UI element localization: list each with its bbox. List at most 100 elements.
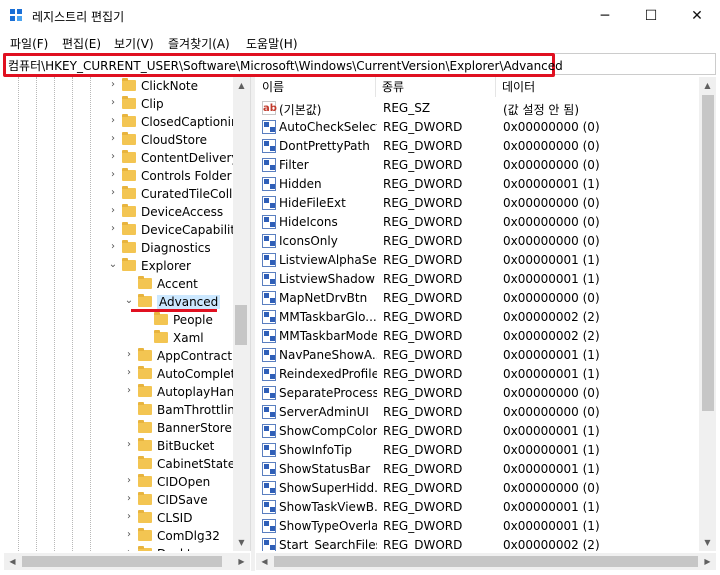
column-header-data[interactable]: 데이터 — [496, 77, 696, 97]
chevron-down-icon[interactable]: ⌄ — [108, 259, 118, 271]
menu-file[interactable]: 파일(F) — [10, 35, 48, 52]
tree-node[interactable]: › Diagnostics — [4, 239, 234, 257]
tree-node[interactable]: › CLSID — [4, 509, 234, 527]
value-row[interactable]: AutoCheckSelect REG_DWORD 0x00000000 (0) — [256, 118, 696, 137]
binary-value-icon — [262, 405, 276, 419]
tree-horizontal-scroll-thumb[interactable] — [22, 556, 222, 567]
value-row[interactable]: SeparateProcess REG_DWORD 0x00000000 (0) — [256, 384, 696, 403]
value-row[interactable]: Filter REG_DWORD 0x00000000 (0) — [256, 156, 696, 175]
tree-node[interactable]: › CIDSave — [4, 491, 234, 509]
tree-node[interactable]: CabinetState — [4, 455, 235, 473]
value-row[interactable]: ListviewAlphaSe... REG_DWORD 0x00000001 (1… — [256, 251, 696, 270]
tree-node[interactable]: › Desktop — [4, 545, 234, 551]
scroll-down-arrow-icon[interactable]: ▼ — [699, 534, 716, 551]
value-row[interactable]: HideIcons REG_DWORD 0x00000000 (0) — [256, 213, 696, 232]
tree-node[interactable]: › ContentDeliveryM — [4, 149, 249, 167]
chevron-right-icon[interactable]: › — [108, 169, 118, 181]
chevron-right-icon[interactable]: › — [108, 79, 118, 91]
value-row[interactable]: MMTaskbarGlo... REG_DWORD 0x00000002 (2) — [256, 308, 696, 327]
value-row[interactable]: NavPaneShowA... REG_DWORD 0x00000001 (1) — [256, 346, 696, 365]
chevron-right-icon[interactable]: › — [124, 529, 134, 541]
value-row[interactable]: MMTaskbarMode REG_DWORD 0x00000002 (2) — [256, 327, 696, 346]
value-row[interactable]: MapNetDrvBtn REG_DWORD 0x00000000 (0) — [256, 289, 696, 308]
value-row[interactable]: ShowCompColor REG_DWORD 0x00000001 (1) — [256, 422, 696, 441]
scroll-left-arrow-icon[interactable]: ◀ — [4, 553, 21, 570]
scroll-up-arrow-icon[interactable]: ▲ — [233, 77, 250, 94]
chevron-right-icon[interactable]: › — [108, 241, 118, 253]
value-row[interactable]: Start_SearchFiles REG_DWORD 0x00000002 (2) — [256, 536, 696, 551]
close-button[interactable]: ✕ — [674, 0, 720, 32]
tree-node[interactable]: BamThrottling — [4, 401, 243, 419]
values-list-pane[interactable]: 이름 종류 데이터 ab (기본값) REG_SZ (값 설정 안 됨) AutoChe… — [256, 77, 696, 551]
tree-node[interactable]: › CIDOpen — [4, 473, 234, 491]
tree-node[interactable]: › CuratedTileCollec — [4, 185, 246, 203]
menu-help[interactable]: 도움말(H) — [246, 35, 298, 52]
value-row[interactable]: ShowTaskViewB... REG_DWORD 0x00000001 (1) — [256, 498, 696, 517]
maximize-button[interactable]: ☐ — [628, 0, 674, 32]
tree-node[interactable]: › Clip — [4, 95, 234, 113]
tree-node[interactable]: › AutoComplete — [4, 365, 243, 383]
tree-node[interactable]: › Controls Folder ( — [4, 167, 240, 185]
values-horizontal-scroll-thumb[interactable] — [274, 556, 698, 567]
tree-node[interactable]: › BitBucket — [4, 437, 234, 455]
tree-node[interactable]: Xaml — [4, 329, 234, 347]
chevron-right-icon[interactable]: › — [108, 97, 118, 109]
chevron-right-icon[interactable]: › — [124, 511, 134, 523]
address-path[interactable]: 컴퓨터\HKEY_CURRENT_USER\Software\Microsoft… — [8, 57, 563, 74]
value-row[interactable]: Hidden REG_DWORD 0x00000001 (1) — [256, 175, 696, 194]
chevron-right-icon[interactable]: › — [124, 349, 134, 361]
menu-edit[interactable]: 편집(E) — [62, 35, 101, 52]
values-vertical-scroll-thumb[interactable] — [702, 95, 714, 411]
chevron-right-icon[interactable]: › — [108, 115, 118, 127]
menu-favorites[interactable]: 즐겨찾기(A) — [168, 35, 230, 52]
value-row[interactable]: IconsOnly REG_DWORD 0x00000000 (0) — [256, 232, 696, 251]
chevron-right-icon[interactable]: › — [124, 493, 134, 505]
scroll-down-arrow-icon[interactable]: ▼ — [233, 534, 250, 551]
value-row[interactable]: ShowInfoTip REG_DWORD 0x00000001 (1) — [256, 441, 696, 460]
chevron-right-icon[interactable]: › — [108, 223, 118, 235]
tree-node[interactable]: ⌄ Explorer — [4, 257, 234, 275]
tree-node[interactable]: › DeviceCapabilitie — [4, 221, 246, 239]
value-row[interactable]: ReindexedProfile REG_DWORD 0x00000001 (1) — [256, 365, 696, 384]
scroll-right-arrow-icon[interactable]: ▶ — [233, 553, 250, 570]
tree-vertical-scroll-thumb[interactable] — [235, 305, 247, 345]
column-header-type[interactable]: 종류 — [376, 77, 496, 97]
chevron-right-icon[interactable]: › — [108, 187, 118, 199]
value-row[interactable]: ListviewShadow REG_DWORD 0x00000001 (1) — [256, 270, 696, 289]
value-row[interactable]: ab (기본값) REG_SZ (값 설정 안 됨) — [256, 99, 696, 118]
scroll-left-arrow-icon[interactable]: ◀ — [256, 553, 273, 570]
tree-node[interactable]: › ClosedCaptioning — [4, 113, 246, 131]
chevron-right-icon[interactable]: › — [124, 439, 134, 451]
scroll-right-arrow-icon[interactable]: ▶ — [699, 553, 716, 570]
value-row[interactable]: DontPrettyPath REG_DWORD 0x00000000 (0) — [256, 137, 696, 156]
tree-node[interactable]: › ClickNote — [4, 77, 234, 95]
tree-node[interactable]: › AppContract — [4, 347, 234, 365]
binary-value-icon — [262, 348, 276, 362]
chevron-right-icon[interactable]: › — [124, 367, 134, 379]
chevron-right-icon[interactable]: › — [108, 151, 118, 163]
key-tree-pane[interactable]: › ClickNote › Clip › ClosedCaptioning › CloudSt… — [4, 77, 251, 551]
value-row[interactable]: HideFileExt REG_DWORD 0x00000000 (0) — [256, 194, 696, 213]
chevron-right-icon[interactable]: › — [108, 133, 118, 145]
pane-splitter[interactable] — [251, 77, 255, 571]
chevron-down-icon[interactable]: ⌄ — [124, 295, 134, 307]
value-row[interactable]: ServerAdminUI REG_DWORD 0x00000000 (0) — [256, 403, 696, 422]
tree-node[interactable]: Accent — [4, 275, 234, 293]
value-row[interactable]: ShowSuperHidd... REG_DWORD 0x00000000 (0) — [256, 479, 696, 498]
chevron-right-icon[interactable]: › — [124, 475, 134, 487]
column-header-name[interactable]: 이름 — [256, 77, 376, 97]
tree-node[interactable]: › AutoplayHand — [4, 383, 242, 401]
menu-view[interactable]: 보기(V) — [114, 35, 154, 52]
scroll-up-arrow-icon[interactable]: ▲ — [699, 77, 716, 94]
tree-node[interactable]: › DeviceAccess — [4, 203, 234, 221]
value-row[interactable]: ShowStatusBar REG_DWORD 0x00000001 (1) — [256, 460, 696, 479]
tree-node[interactable]: BannerStore — [4, 419, 234, 437]
minimize-button[interactable]: ─ — [582, 0, 628, 32]
tree-node[interactable]: › CloudStore — [4, 131, 234, 149]
chevron-right-icon[interactable]: › — [124, 385, 134, 397]
value-row[interactable]: ShowTypeOverlay REG_DWORD 0x00000001 (1) — [256, 517, 696, 536]
chevron-right-icon[interactable]: › — [108, 205, 118, 217]
tree-node[interactable]: People — [4, 311, 234, 329]
tree-node[interactable]: › ComDlg32 — [4, 527, 234, 545]
chevron-right-icon[interactable]: › — [124, 547, 134, 551]
